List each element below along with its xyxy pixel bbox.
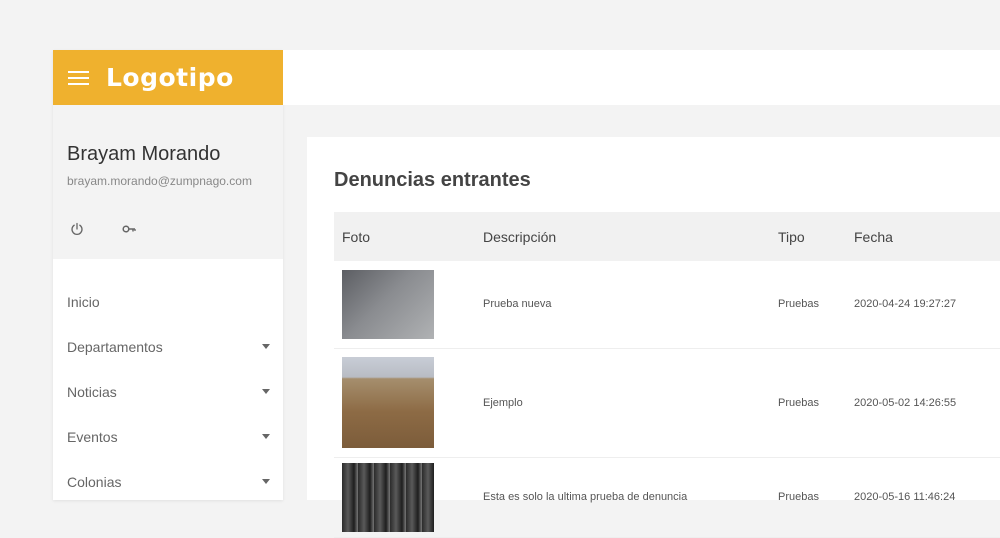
top-bar [283,50,1000,105]
column-header-fecha[interactable]: Fecha [846,212,1000,261]
column-header-foto[interactable]: Foto [334,212,475,261]
type-cell: Pruebas [770,348,846,458]
sidebar-item-noticias[interactable]: Noticias [53,369,283,414]
profile-actions [67,222,269,236]
brand-bar: Logotipo [53,50,283,105]
table-row[interactable]: Ejemplo Pruebas 2020-05-02 14:26:55 [334,348,1000,458]
key-icon[interactable] [122,222,136,236]
power-icon[interactable] [70,222,84,236]
sidebar-item-label: Noticias [67,383,117,400]
app-shell: Logotipo Brayam Morando brayam.morando@z… [53,50,1000,538]
type-cell: Pruebas [770,261,846,349]
sidebar-menu: Inicio Departamentos Noticias Eventos Co… [53,259,283,504]
caret-down-icon [262,344,270,349]
logo[interactable]: Logotipo [106,63,234,92]
photo-cell [334,457,475,538]
table-row[interactable]: Esta es solo la ultima prueba de denunci… [334,457,1000,538]
date-cell: 2020-05-16 11:46:24 [846,457,1000,538]
date-cell: 2020-05-02 14:26:55 [846,348,1000,458]
photo-cell [334,348,475,458]
user-name: Brayam Morando [67,143,221,165]
sidebar-item-label: Inicio [67,293,100,310]
type-cell: Pruebas [770,457,846,538]
denuncias-table: Foto Descripción Tipo Fecha Prueba nueva… [334,212,1000,538]
sidebar-item-departamentos[interactable]: Departamentos [53,324,283,369]
caret-down-icon [262,479,270,484]
sidebar-item-eventos[interactable]: Eventos [53,414,283,459]
sidebar: Logotipo Brayam Morando brayam.morando@z… [53,50,283,500]
column-header-tipo[interactable]: Tipo [770,212,846,261]
sidebar-item-colonias[interactable]: Colonias [53,459,283,504]
caret-down-icon [262,389,270,394]
description-cell: Ejemplo [475,348,770,458]
user-email: brayam.morando@zumpnago.com [67,174,252,188]
column-header-descripcion[interactable]: Descripción [475,212,770,261]
hamburger-menu-icon[interactable] [68,70,89,85]
sidebar-item-label: Eventos [67,428,118,445]
caret-down-icon [262,434,270,439]
description-cell: Esta es solo la ultima prueba de denunci… [475,457,770,538]
photo-thumbnail[interactable] [342,462,434,532]
description-cell: Prueba nueva [475,261,770,349]
table-row[interactable]: Prueba nueva Pruebas 2020-04-24 19:27:27 [334,261,1000,349]
photo-thumbnail[interactable] [342,269,434,339]
sidebar-item-label: Colonias [67,473,122,490]
page-title: Denuncias entrantes [334,169,531,191]
photo-thumbnail[interactable] [342,357,434,448]
denuncias-card: Denuncias entrantes Foto Descripción Tip… [307,137,1000,538]
user-profile: Brayam Morando brayam.morando@zumpnago.c… [53,105,283,259]
date-cell: 2020-04-24 19:27:27 [846,261,1000,349]
photo-cell [334,261,475,349]
sidebar-item-inicio[interactable]: Inicio [53,279,283,324]
sidebar-item-label: Departamentos [67,338,163,355]
table-header-row: Foto Descripción Tipo Fecha [334,212,1000,261]
